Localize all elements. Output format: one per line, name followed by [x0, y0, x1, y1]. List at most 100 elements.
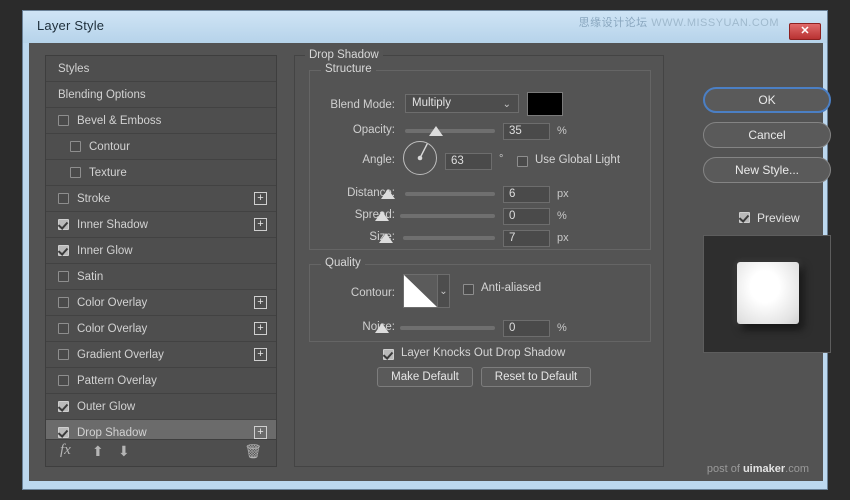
- contour-preset-select[interactable]: ⌄: [403, 274, 450, 308]
- style-row-pattern-overlay[interactable]: Pattern Overlay: [46, 368, 276, 394]
- style-row-blending-options[interactable]: Blending Options: [46, 82, 276, 108]
- style-toggle-checkbox[interactable]: [58, 375, 69, 386]
- distance-slider-track[interactable]: [405, 192, 495, 196]
- style-row-styles[interactable]: Styles: [46, 56, 276, 82]
- add-effect-plus-icon[interactable]: +: [254, 218, 267, 231]
- style-row-bevel-emboss[interactable]: Bevel & Emboss: [46, 108, 276, 134]
- anti-aliased-checkbox[interactable]: [463, 284, 474, 295]
- style-row-label: Blending Options: [58, 89, 146, 101]
- anti-aliased-label: Anti-aliased: [481, 282, 541, 294]
- style-toggle-checkbox[interactable]: [58, 401, 69, 412]
- style-row-outer-glow[interactable]: Outer Glow: [46, 394, 276, 420]
- angle-unit: °: [499, 153, 503, 165]
- spread-slider-thumb[interactable]: [375, 211, 389, 221]
- size-slider-thumb[interactable]: [379, 233, 393, 243]
- noise-slider-thumb[interactable]: [375, 323, 389, 333]
- style-toggle-checkbox[interactable]: [58, 297, 69, 308]
- style-row-label: Drop Shadow: [77, 427, 147, 439]
- style-row-label: Styles: [58, 63, 89, 75]
- layer-knocks-out-checkbox[interactable]: [383, 349, 394, 360]
- style-toggle-checkbox[interactable]: [58, 193, 69, 204]
- spread-input[interactable]: 0: [503, 208, 550, 225]
- style-toggle-checkbox[interactable]: [70, 167, 81, 178]
- style-toggle-checkbox[interactable]: [58, 271, 69, 282]
- effect-title: Drop Shadow: [305, 49, 383, 61]
- opacity-slider-track[interactable]: [405, 129, 495, 133]
- style-row-stroke[interactable]: Stroke +: [46, 186, 276, 212]
- style-row-contour[interactable]: Contour: [46, 134, 276, 160]
- close-icon[interactable]: ✕: [789, 23, 821, 40]
- noise-input[interactable]: 0: [503, 320, 550, 337]
- size-slider-track[interactable]: [403, 236, 495, 240]
- reset-to-default-button[interactable]: Reset to Default: [481, 367, 591, 387]
- angle-dial-needle-icon: [404, 142, 436, 174]
- style-row-label: Contour: [89, 141, 130, 153]
- preview-label: Preview: [757, 211, 800, 225]
- blend-mode-value: Multiply: [412, 97, 451, 109]
- style-toggle-checkbox[interactable]: [58, 115, 69, 126]
- noise-unit: %: [557, 322, 567, 334]
- style-toggle-checkbox[interactable]: [58, 219, 69, 230]
- move-up-icon[interactable]: ⬆: [92, 443, 104, 460]
- style-row-label: Stroke: [77, 193, 110, 205]
- watermark-bottom-suffix: .com: [785, 463, 809, 475]
- style-row-color-overlay[interactable]: Color Overlay+: [46, 316, 276, 342]
- spread-slider-track[interactable]: [400, 214, 495, 218]
- new-style-button[interactable]: New Style...: [703, 157, 831, 183]
- make-default-button[interactable]: Make Default: [377, 367, 473, 387]
- fx-icon[interactable]: fx: [60, 442, 71, 459]
- quality-legend: Quality: [321, 257, 365, 269]
- dialog-titlebar[interactable]: Layer Style 思缘设计论坛 WWW.MISSYUAN.COM ✕: [23, 11, 827, 43]
- preview-thumbnail: [703, 235, 831, 353]
- ok-button[interactable]: OK: [703, 87, 831, 113]
- blend-mode-select[interactable]: Multiply ⌄: [405, 94, 519, 113]
- style-row-inner-glow[interactable]: Inner Glow: [46, 238, 276, 264]
- watermark-top-cn: 思缘设计论坛: [579, 17, 648, 29]
- style-toggle-checkbox[interactable]: [70, 141, 81, 152]
- style-row-drop-shadow[interactable]: Drop Shadow +: [46, 420, 276, 441]
- trash-icon[interactable]: 🗑: [244, 443, 262, 460]
- add-effect-plus-icon[interactable]: +: [254, 192, 267, 205]
- style-toggle-checkbox[interactable]: [58, 323, 69, 334]
- layer-style-dialog: Layer Style 思缘设计论坛 WWW.MISSYUAN.COM ✕ St…: [22, 10, 828, 490]
- style-row-satin[interactable]: Satin: [46, 264, 276, 290]
- opacity-input[interactable]: 35: [503, 123, 550, 140]
- style-toggle-checkbox[interactable]: [58, 349, 69, 360]
- distance-input[interactable]: 6: [503, 186, 550, 203]
- preview-shape: [737, 262, 799, 324]
- style-toggle-checkbox[interactable]: [58, 245, 69, 256]
- style-row-label: Inner Shadow: [77, 219, 148, 231]
- styles-list[interactable]: Styles Blending Options Bevel & Emboss Cont…: [46, 56, 276, 441]
- angle-dial[interactable]: [403, 141, 437, 175]
- style-row-label: Satin: [77, 271, 103, 283]
- contour-curve-icon: [404, 275, 437, 307]
- watermark-bottom-brand: uimaker: [743, 463, 785, 475]
- preview-checkbox[interactable]: [739, 212, 750, 223]
- shadow-color-swatch[interactable]: [527, 92, 563, 116]
- angle-label: Angle:: [315, 154, 395, 166]
- watermark-bottom-prefix: post of: [707, 463, 743, 475]
- layer-knocks-out-label: Layer Knocks Out Drop Shadow: [401, 347, 565, 359]
- angle-input[interactable]: 63: [445, 153, 492, 170]
- add-effect-plus-icon[interactable]: +: [254, 348, 267, 361]
- style-toggle-checkbox[interactable]: [58, 427, 69, 438]
- distance-slider-thumb[interactable]: [381, 189, 395, 199]
- distance-unit: px: [557, 188, 569, 200]
- size-input[interactable]: 7: [503, 230, 550, 247]
- style-row-inner-shadow[interactable]: Inner Shadow +: [46, 212, 276, 238]
- use-global-light-checkbox[interactable]: [517, 156, 528, 167]
- add-effect-plus-icon[interactable]: +: [254, 296, 267, 309]
- chevron-down-icon: ⌄: [503, 96, 511, 113]
- styles-toolbar: fx ⬆ ⬇ 🗑: [46, 439, 276, 466]
- cancel-button[interactable]: Cancel: [703, 122, 831, 148]
- add-effect-plus-icon[interactable]: +: [254, 426, 267, 439]
- style-row-texture[interactable]: Texture: [46, 160, 276, 186]
- noise-slider-track[interactable]: [400, 326, 495, 330]
- style-row-gradient-overlay[interactable]: Gradient Overlay+: [46, 342, 276, 368]
- opacity-slider-thumb[interactable]: [429, 126, 443, 136]
- watermark-top: 思缘设计论坛 WWW.MISSYUAN.COM: [579, 14, 779, 30]
- chevron-down-icon: ⌄: [437, 275, 449, 307]
- style-row-color-overlay[interactable]: Color Overlay+: [46, 290, 276, 316]
- move-down-icon[interactable]: ⬇: [118, 443, 130, 460]
- add-effect-plus-icon[interactable]: +: [254, 322, 267, 335]
